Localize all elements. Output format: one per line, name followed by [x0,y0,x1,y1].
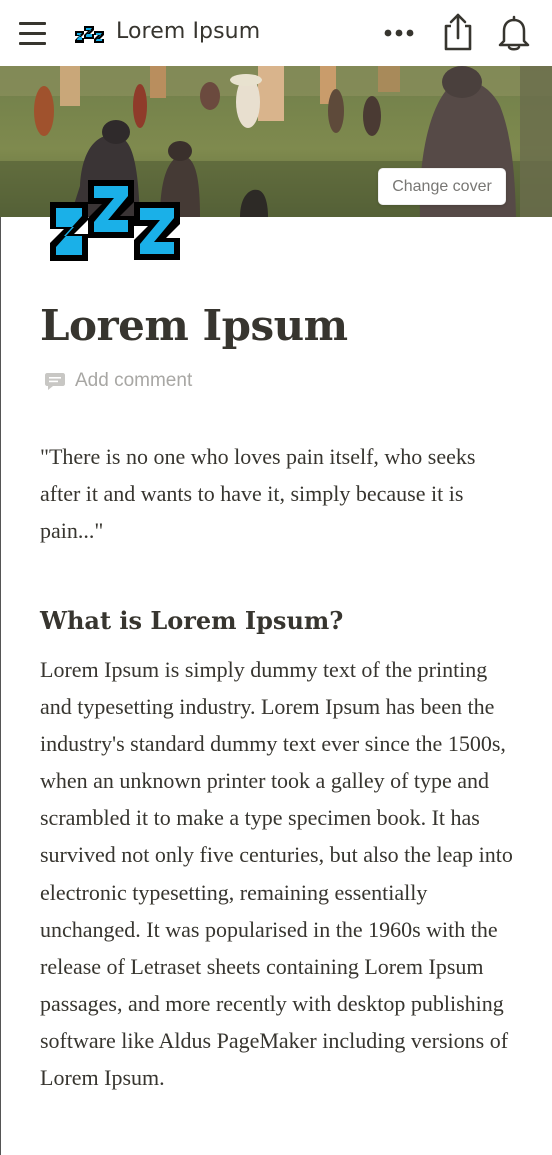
body-paragraph[interactable]: Lorem Ipsum is simply dummy text of the … [40,651,520,1096]
quote-block[interactable]: "There is no one who loves pain itself, … [40,438,520,549]
bell-icon[interactable] [496,14,532,52]
section-heading[interactable]: What is Lorem Ipsum? [40,603,520,639]
hamburger-menu-icon[interactable] [18,20,48,46]
change-cover-button[interactable]: Change cover [378,168,506,205]
add-comment-label: Add comment [75,370,193,391]
top-bar: Lorem Ipsum [0,0,552,66]
page-left-border [0,217,1,1155]
page-title[interactable]: Lorem Ipsum [40,296,348,356]
share-icon[interactable] [440,12,476,52]
zzz-sleeping-icon[interactable] [74,22,106,44]
comment-icon [45,373,65,390]
page-title-breadcrumb[interactable]: Lorem Ipsum [116,19,260,44]
page-content: "There is no one who loves pain itself, … [40,438,520,1096]
add-comment-button[interactable]: Add comment [44,366,192,396]
more-horizontal-icon[interactable] [382,26,418,40]
zzz-sleeping-icon[interactable] [48,178,184,264]
